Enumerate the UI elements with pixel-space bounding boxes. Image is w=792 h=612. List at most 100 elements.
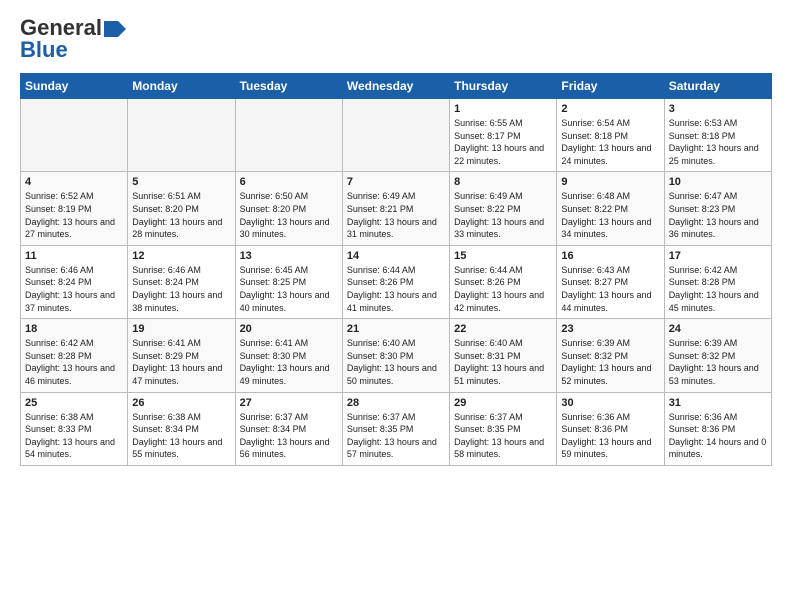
calendar-cell: 30 Sunrise: 6:36 AMSunset: 8:36 PMDayligh…: [557, 392, 664, 465]
calendar-cell: 11Sunrise: 6:46 AMSunset: 8:24 PMDayligh…: [21, 245, 128, 318]
calendar-cell: 5 Sunrise: 6:51 AMSunset: 8:20 PMDaylight…: [128, 172, 235, 245]
day-info: Sunrise: 6:54 AMSunset: 8:18 PMDaylight:…: [561, 117, 659, 167]
calendar-cell: 8 Sunrise: 6:49 AMSunset: 8:22 PMDaylight…: [450, 172, 557, 245]
calendar-cell: [21, 99, 128, 172]
calendar-cell: 23 Sunrise: 6:39 AMSunset: 8:32 PMDayligh…: [557, 319, 664, 392]
weekday-header-row: SundayMondayTuesdayWednesdayThursdayFrid…: [21, 74, 772, 99]
calendar-cell: 6 Sunrise: 6:50 AMSunset: 8:20 PMDaylight…: [235, 172, 342, 245]
calendar-cell: 20 Sunrise: 6:41 AMSunset: 8:30 PMDayligh…: [235, 319, 342, 392]
calendar-cell: 12 Sunrise: 6:46 AMSunset: 8:24 PMDayligh…: [128, 245, 235, 318]
calendar-cell: 19 Sunrise: 6:41 AMSunset: 8:29 PMDayligh…: [128, 319, 235, 392]
page-container: General Blue SundayMondayTuesdayWednesda…: [0, 0, 792, 476]
page-header: General Blue: [20, 15, 772, 63]
weekday-header-tuesday: Tuesday: [235, 74, 342, 99]
day-number: 24: [669, 323, 767, 335]
day-number: 1: [454, 103, 552, 115]
week-row-2: 4 Sunrise: 6:52 AMSunset: 8:19 PMDaylight…: [21, 172, 772, 245]
day-number: 20: [240, 323, 338, 335]
week-row-1: 1 Sunrise: 6:55 AMSunset: 8:17 PMDaylight…: [21, 99, 772, 172]
calendar-cell: 3Sunrise: 6:53 AMSunset: 8:18 PMDaylight…: [664, 99, 771, 172]
day-number: 19: [132, 323, 230, 335]
calendar-cell: 22Sunrise: 6:40 AMSunset: 8:31 PMDayligh…: [450, 319, 557, 392]
calendar-cell: 9 Sunrise: 6:48 AMSunset: 8:22 PMDaylight…: [557, 172, 664, 245]
week-row-4: 18 Sunrise: 6:42 AMSunset: 8:28 PMDayligh…: [21, 319, 772, 392]
calendar-cell: 21 Sunrise: 6:40 AMSunset: 8:30 PMDayligh…: [342, 319, 449, 392]
day-info: Sunrise: 6:49 AMSunset: 8:21 PMDaylight:…: [347, 190, 445, 240]
calendar-cell: 28 Sunrise: 6:37 AMSunset: 8:35 PMDayligh…: [342, 392, 449, 465]
day-info: Sunrise: 6:41 AMSunset: 8:30 PMDaylight:…: [240, 337, 338, 387]
day-info: Sunrise: 6:39 AMSunset: 8:32 PMDaylight:…: [669, 337, 767, 387]
day-info: Sunrise: 6:37 AMSunset: 8:35 PMDaylight:…: [454, 411, 552, 461]
week-row-3: 11Sunrise: 6:46 AMSunset: 8:24 PMDayligh…: [21, 245, 772, 318]
logo-blue-text: Blue: [20, 37, 68, 63]
day-number: 21: [347, 323, 445, 335]
calendar-cell: 7Sunrise: 6:49 AMSunset: 8:21 PMDaylight…: [342, 172, 449, 245]
day-number: 31: [669, 397, 767, 409]
day-number: 17: [669, 250, 767, 262]
day-number: 22: [454, 323, 552, 335]
day-info: Sunrise: 6:38 AMSunset: 8:33 PMDaylight:…: [25, 411, 123, 461]
day-number: 8: [454, 176, 552, 188]
calendar-cell: 2 Sunrise: 6:54 AMSunset: 8:18 PMDaylight…: [557, 99, 664, 172]
day-number: 16: [561, 250, 659, 262]
day-number: 30: [561, 397, 659, 409]
day-number: 27: [240, 397, 338, 409]
day-info: Sunrise: 6:52 AMSunset: 8:19 PMDaylight:…: [25, 190, 123, 240]
calendar-cell: [128, 99, 235, 172]
calendar-cell: 31 Sunrise: 6:36 AMSunset: 8:36 PMDayligh…: [664, 392, 771, 465]
day-number: 23: [561, 323, 659, 335]
day-number: 26: [132, 397, 230, 409]
day-number: 28: [347, 397, 445, 409]
day-info: Sunrise: 6:50 AMSunset: 8:20 PMDaylight:…: [240, 190, 338, 240]
day-info: Sunrise: 6:46 AMSunset: 8:24 PMDaylight:…: [25, 264, 123, 314]
day-info: Sunrise: 6:40 AMSunset: 8:30 PMDaylight:…: [347, 337, 445, 387]
day-number: 6: [240, 176, 338, 188]
day-info: Sunrise: 6:42 AMSunset: 8:28 PMDaylight:…: [669, 264, 767, 314]
day-info: Sunrise: 6:51 AMSunset: 8:20 PMDaylight:…: [132, 190, 230, 240]
weekday-header-saturday: Saturday: [664, 74, 771, 99]
day-number: 4: [25, 176, 123, 188]
day-number: 10: [669, 176, 767, 188]
weekday-header-sunday: Sunday: [21, 74, 128, 99]
calendar-cell: [342, 99, 449, 172]
day-info: Sunrise: 6:41 AMSunset: 8:29 PMDaylight:…: [132, 337, 230, 387]
calendar-table: SundayMondayTuesdayWednesdayThursdayFrid…: [20, 73, 772, 466]
calendar-cell: 27 Sunrise: 6:37 AMSunset: 8:34 PMDayligh…: [235, 392, 342, 465]
calendar-cell: 16 Sunrise: 6:43 AMSunset: 8:27 PMDayligh…: [557, 245, 664, 318]
day-info: Sunrise: 6:48 AMSunset: 8:22 PMDaylight:…: [561, 190, 659, 240]
calendar-cell: 17 Sunrise: 6:42 AMSunset: 8:28 PMDayligh…: [664, 245, 771, 318]
day-info: Sunrise: 6:47 AMSunset: 8:23 PMDaylight:…: [669, 190, 767, 240]
day-info: Sunrise: 6:44 AMSunset: 8:26 PMDaylight:…: [347, 264, 445, 314]
weekday-header-thursday: Thursday: [450, 74, 557, 99]
day-info: Sunrise: 6:55 AMSunset: 8:17 PMDaylight:…: [454, 117, 552, 167]
day-number: 5: [132, 176, 230, 188]
calendar-cell: 25 Sunrise: 6:38 AMSunset: 8:33 PMDayligh…: [21, 392, 128, 465]
day-info: Sunrise: 6:36 AMSunset: 8:36 PMDaylight:…: [669, 411, 767, 461]
day-number: 25: [25, 397, 123, 409]
calendar-cell: 4 Sunrise: 6:52 AMSunset: 8:19 PMDaylight…: [21, 172, 128, 245]
day-number: 12: [132, 250, 230, 262]
day-number: 9: [561, 176, 659, 188]
day-info: Sunrise: 6:38 AMSunset: 8:34 PMDaylight:…: [132, 411, 230, 461]
day-number: 2: [561, 103, 659, 115]
day-number: 15: [454, 250, 552, 262]
logo: General Blue: [20, 15, 126, 63]
day-number: 14: [347, 250, 445, 262]
day-info: Sunrise: 6:37 AMSunset: 8:35 PMDaylight:…: [347, 411, 445, 461]
day-info: Sunrise: 6:43 AMSunset: 8:27 PMDaylight:…: [561, 264, 659, 314]
day-info: Sunrise: 6:42 AMSunset: 8:28 PMDaylight:…: [25, 337, 123, 387]
calendar-cell: [235, 99, 342, 172]
day-number: 18: [25, 323, 123, 335]
day-info: Sunrise: 6:46 AMSunset: 8:24 PMDaylight:…: [132, 264, 230, 314]
day-info: Sunrise: 6:39 AMSunset: 8:32 PMDaylight:…: [561, 337, 659, 387]
day-info: Sunrise: 6:36 AMSunset: 8:36 PMDaylight:…: [561, 411, 659, 461]
weekday-header-monday: Monday: [128, 74, 235, 99]
calendar-cell: 18 Sunrise: 6:42 AMSunset: 8:28 PMDayligh…: [21, 319, 128, 392]
calendar-cell: 15Sunrise: 6:44 AMSunset: 8:26 PMDayligh…: [450, 245, 557, 318]
day-info: Sunrise: 6:37 AMSunset: 8:34 PMDaylight:…: [240, 411, 338, 461]
calendar-cell: 13Sunrise: 6:45 AMSunset: 8:25 PMDayligh…: [235, 245, 342, 318]
day-number: 3: [669, 103, 767, 115]
day-info: Sunrise: 6:45 AMSunset: 8:25 PMDaylight:…: [240, 264, 338, 314]
calendar-cell: 1 Sunrise: 6:55 AMSunset: 8:17 PMDaylight…: [450, 99, 557, 172]
day-info: Sunrise: 6:49 AMSunset: 8:22 PMDaylight:…: [454, 190, 552, 240]
